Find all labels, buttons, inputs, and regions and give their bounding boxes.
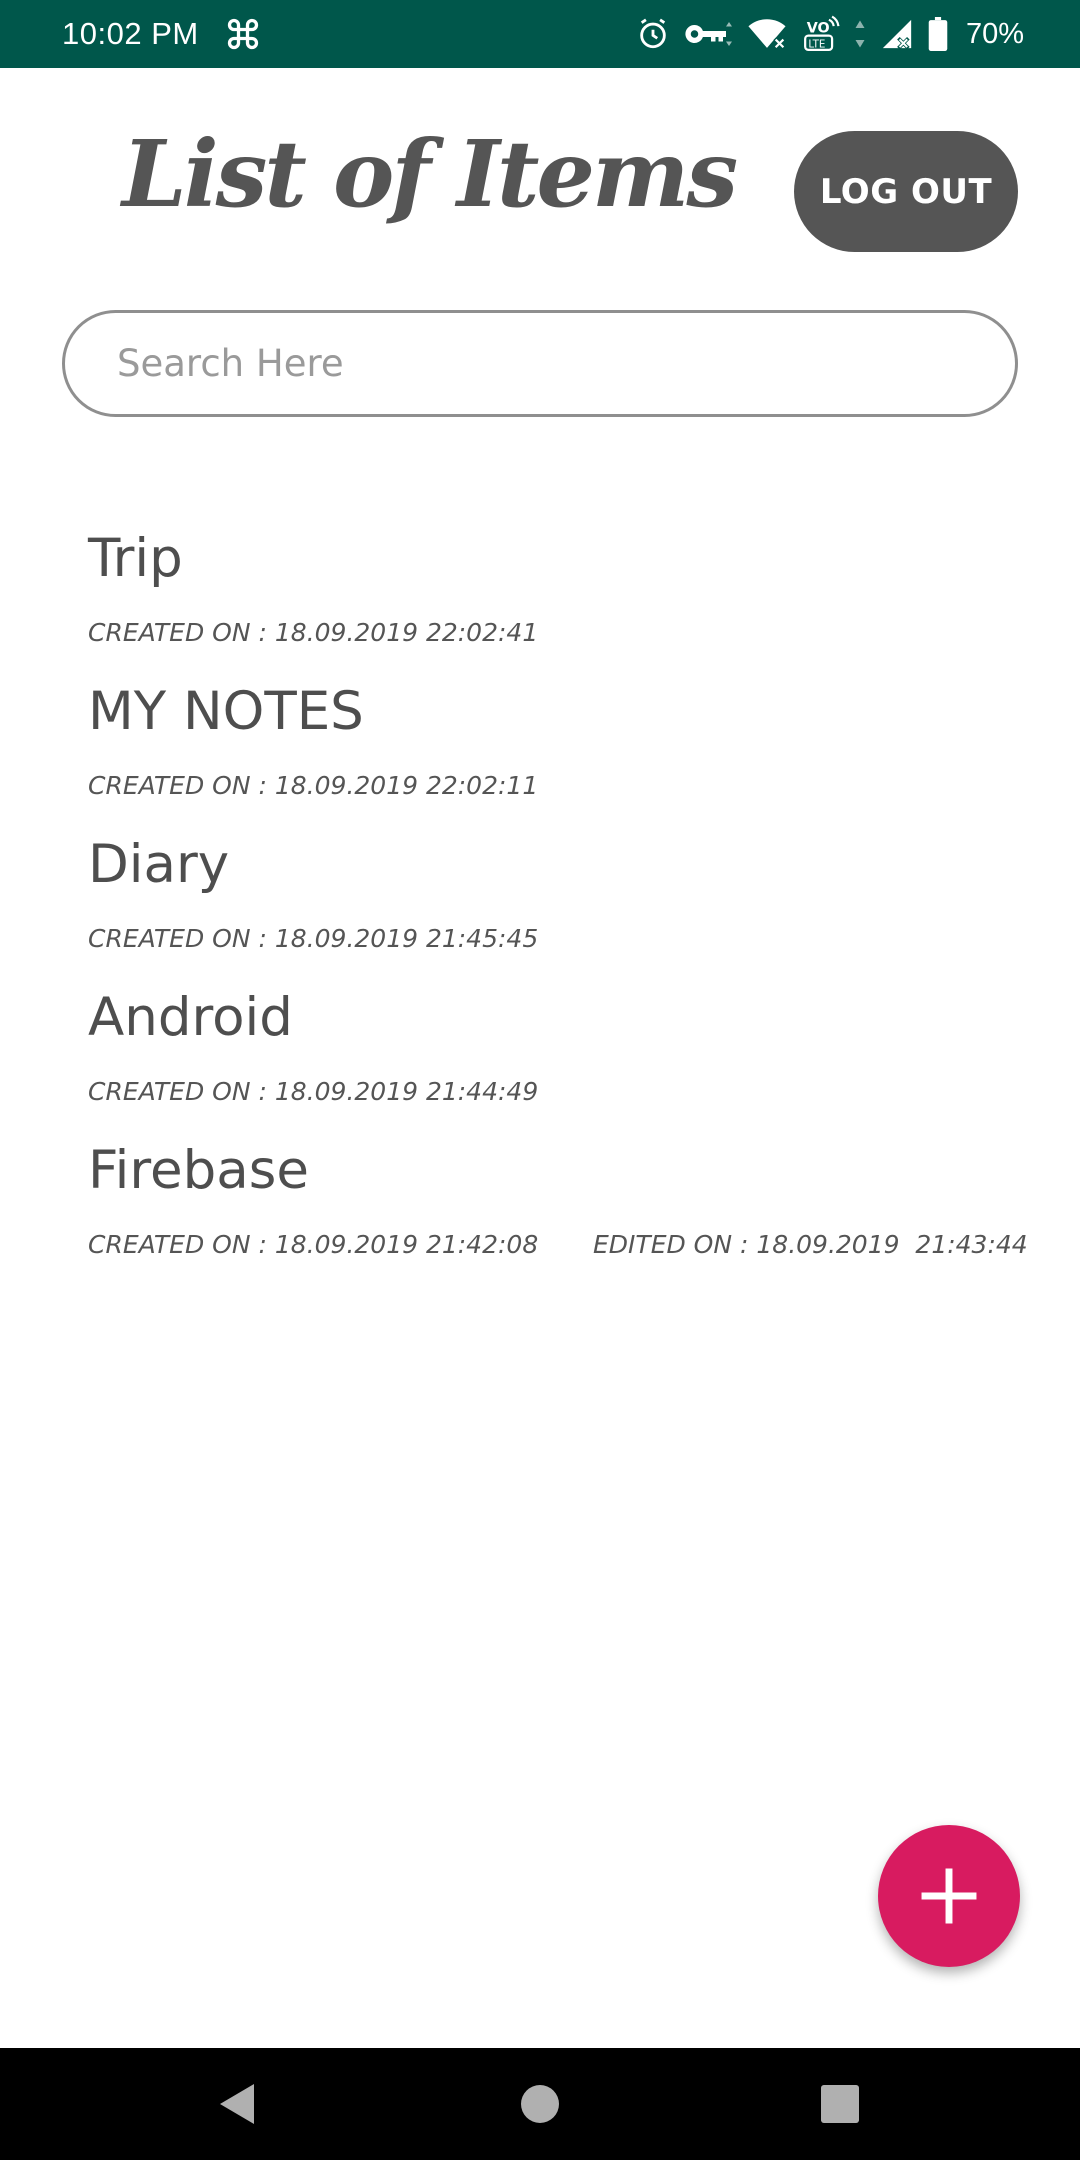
list-item[interactable]: Firebase CREATED ON : 18.09.2019 21:42:0…	[88, 1140, 1028, 1295]
svg-text:VO: VO	[807, 20, 830, 36]
battery-percent: 70%	[965, 17, 1024, 50]
item-created-date: CREATED ON : 18.09.2019 21:44:49	[88, 1077, 539, 1106]
item-title: Diary	[88, 834, 230, 895]
list-item[interactable]: Diary CREATED ON : 18.09.2019 21:45:45	[88, 836, 1018, 989]
svg-text:LTE: LTE	[808, 38, 825, 50]
data-arrows-icon	[854, 19, 866, 49]
item-created-date: CREATED ON : 18.09.2019 22:02:41	[88, 618, 539, 647]
battery-icon	[928, 17, 948, 51]
status-icons: VO LTE 70%	[636, 15, 1024, 53]
signal-icon	[880, 17, 914, 51]
back-button[interactable]	[178, 2048, 298, 2160]
item-created-date: CREATED ON : 18.09.2019 21:45:45	[88, 924, 539, 953]
search-input[interactable]	[115, 341, 979, 386]
item-edited-date: EDITED ON : 18.09.2019 21:43:44	[593, 1230, 1028, 1259]
command-icon	[225, 16, 261, 52]
status-bar: 10:02 PM VO LTE 70%	[0, 0, 1080, 68]
back-icon	[218, 2082, 258, 2126]
item-title: MY NOTES	[88, 681, 364, 742]
item-created-date: CREATED ON : 18.09.2019 22:02:11	[88, 771, 539, 800]
search-bar[interactable]	[62, 310, 1018, 417]
page-title: List of Items	[122, 120, 738, 228]
logout-button[interactable]: LOG OUT	[794, 131, 1018, 252]
recents-button[interactable]	[780, 2048, 900, 2160]
list-item[interactable]: Trip CREATED ON : 18.09.2019 22:02:41	[88, 530, 1018, 683]
list-item[interactable]: Android CREATED ON : 18.09.2019 21:44:49	[88, 989, 1018, 1142]
item-title: Firebase	[88, 1140, 309, 1201]
item-title: Android	[88, 987, 293, 1048]
recents-icon	[821, 2085, 859, 2123]
vpn-key-icon	[684, 19, 732, 49]
navigation-bar	[0, 2048, 1080, 2160]
alarm-icon	[636, 17, 670, 51]
add-item-button[interactable]	[878, 1825, 1020, 1967]
status-time: 10:02 PM	[62, 16, 199, 51]
item-created-date: CREATED ON : 18.09.2019 21:42:08	[88, 1230, 539, 1259]
wifi-icon	[746, 17, 788, 51]
volte-icon: VO LTE	[802, 15, 840, 53]
plus-icon	[917, 1864, 981, 1928]
item-title: Trip	[88, 528, 183, 589]
item-list: Trip CREATED ON : 18.09.2019 22:02:41 MY…	[88, 530, 1028, 1295]
home-icon	[521, 2085, 559, 2123]
list-item[interactable]: MY NOTES CREATED ON : 18.09.2019 22:02:1…	[88, 683, 1018, 836]
home-button[interactable]	[480, 2048, 600, 2160]
